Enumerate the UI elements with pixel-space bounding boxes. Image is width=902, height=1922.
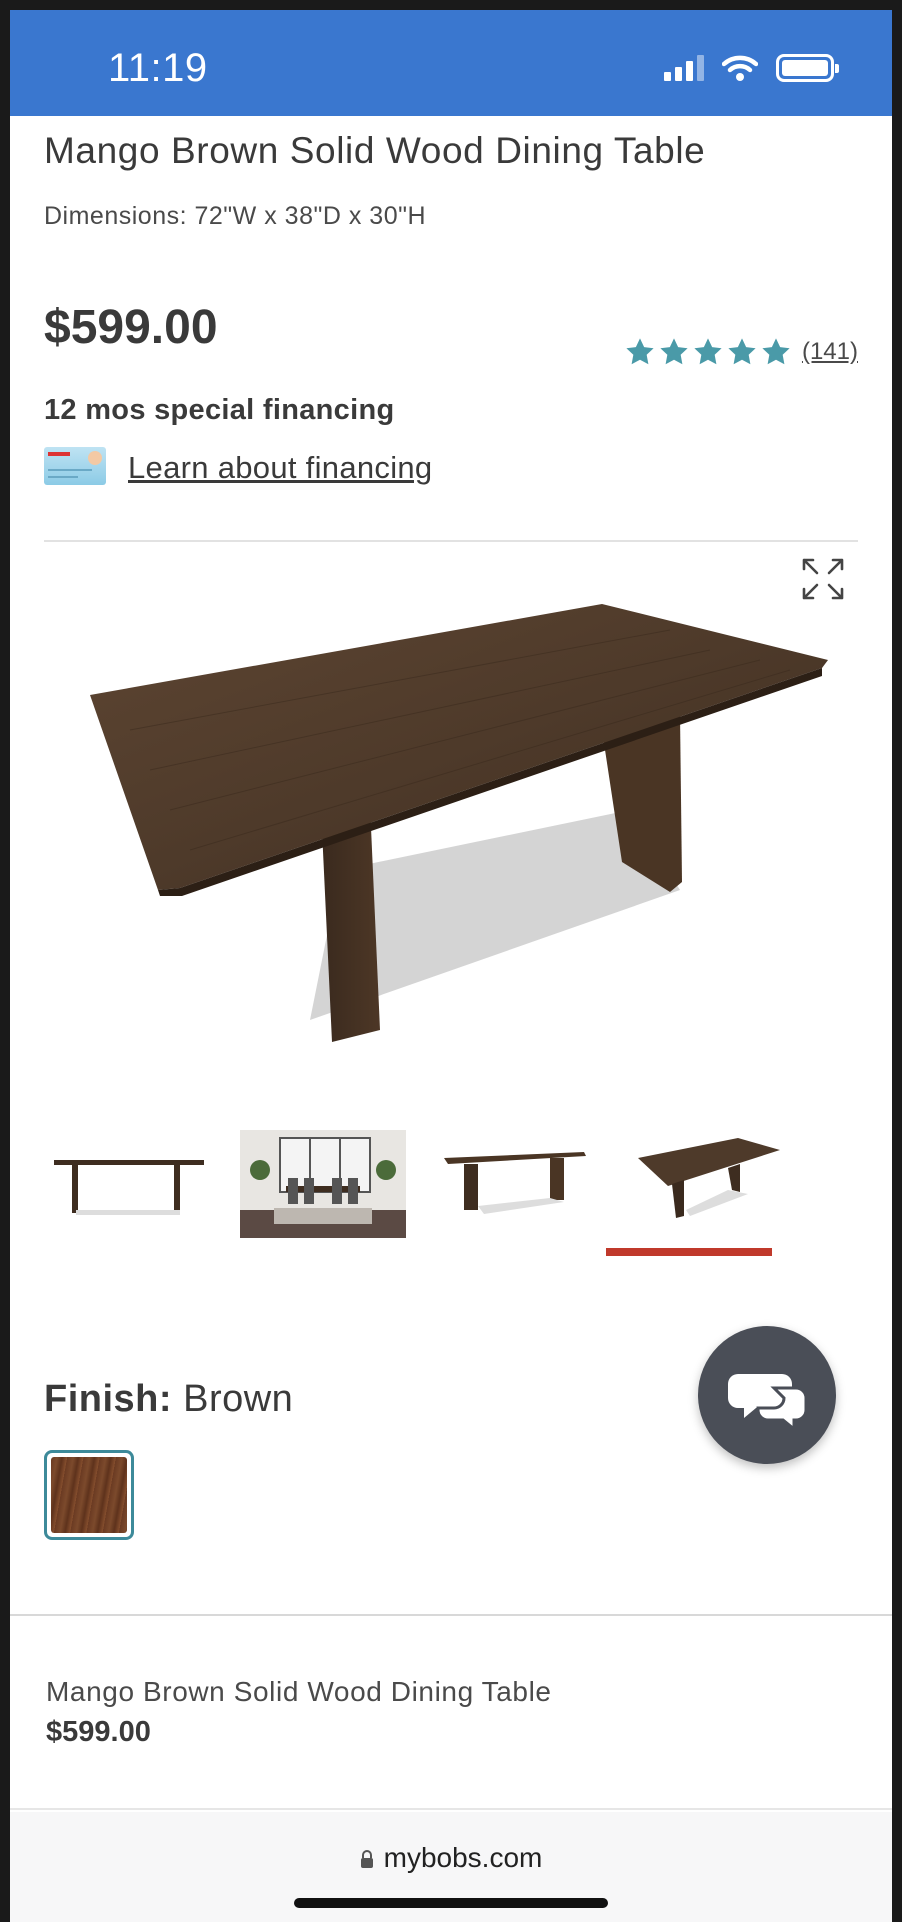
url-display[interactable]: mybobs.com bbox=[10, 1842, 892, 1874]
finish-swatch-brown[interactable] bbox=[44, 1450, 134, 1540]
product-title: Mango Brown Solid Wood Dining Table bbox=[44, 130, 706, 171]
finish-label-key: Finish: bbox=[44, 1378, 173, 1420]
home-indicator[interactable] bbox=[294, 1898, 608, 1908]
finish-value: Brown bbox=[183, 1378, 294, 1420]
status-icons bbox=[664, 54, 839, 82]
star-icon bbox=[762, 338, 790, 365]
financing-heading: 12 mos special financing bbox=[44, 394, 395, 426]
rating-stars bbox=[624, 336, 792, 368]
star-icon bbox=[660, 338, 688, 365]
sticky-product-price: $599.00 bbox=[46, 1716, 151, 1748]
thumbnail-table-top-angle[interactable] bbox=[628, 1130, 794, 1238]
thumbnail-dining-room[interactable] bbox=[240, 1130, 406, 1238]
thumbnail-table-front[interactable] bbox=[46, 1130, 212, 1238]
credit-card-icon bbox=[44, 447, 106, 485]
star-icon bbox=[728, 338, 756, 365]
section-divider bbox=[44, 540, 858, 542]
product-rating[interactable]: (141) bbox=[624, 336, 858, 368]
product-main-image[interactable] bbox=[70, 590, 850, 1070]
star-icon bbox=[626, 338, 654, 365]
phone-screen: 11:19 Mango Brown Solid Wood Dining Tabl… bbox=[10, 10, 892, 1922]
wifi-icon bbox=[722, 55, 758, 81]
chat-bubbles-icon bbox=[728, 1374, 808, 1433]
thumbnail-strip bbox=[46, 1130, 806, 1260]
chat-button[interactable] bbox=[698, 1326, 836, 1464]
status-time: 11:19 bbox=[108, 46, 208, 90]
cellular-signal-icon bbox=[664, 55, 704, 81]
review-count-link[interactable]: (141) bbox=[802, 338, 858, 366]
product-dimensions: Dimensions: 72"W x 38"D x 30"H bbox=[44, 202, 427, 230]
selected-thumbnail-indicator bbox=[606, 1248, 772, 1256]
star-icon bbox=[694, 338, 722, 365]
url-text: mybobs.com bbox=[383, 1842, 543, 1873]
sticky-product-title: Mango Brown Solid Wood Dining Table bbox=[46, 1676, 552, 1707]
sticky-product-bar: Mango Brown Solid Wood Dining Table $599… bbox=[10, 1614, 892, 1810]
product-price: $599.00 bbox=[44, 301, 218, 354]
status-bar: 11:19 bbox=[10, 10, 892, 116]
finish-label: Finish: Brown bbox=[44, 1378, 293, 1421]
lock-icon bbox=[360, 1850, 373, 1868]
learn-financing-link[interactable]: Learn about financing bbox=[128, 450, 432, 486]
battery-icon bbox=[776, 54, 839, 82]
browser-address-bar[interactable]: mybobs.com bbox=[10, 1812, 892, 1922]
thumbnail-table-angle[interactable] bbox=[434, 1130, 600, 1238]
